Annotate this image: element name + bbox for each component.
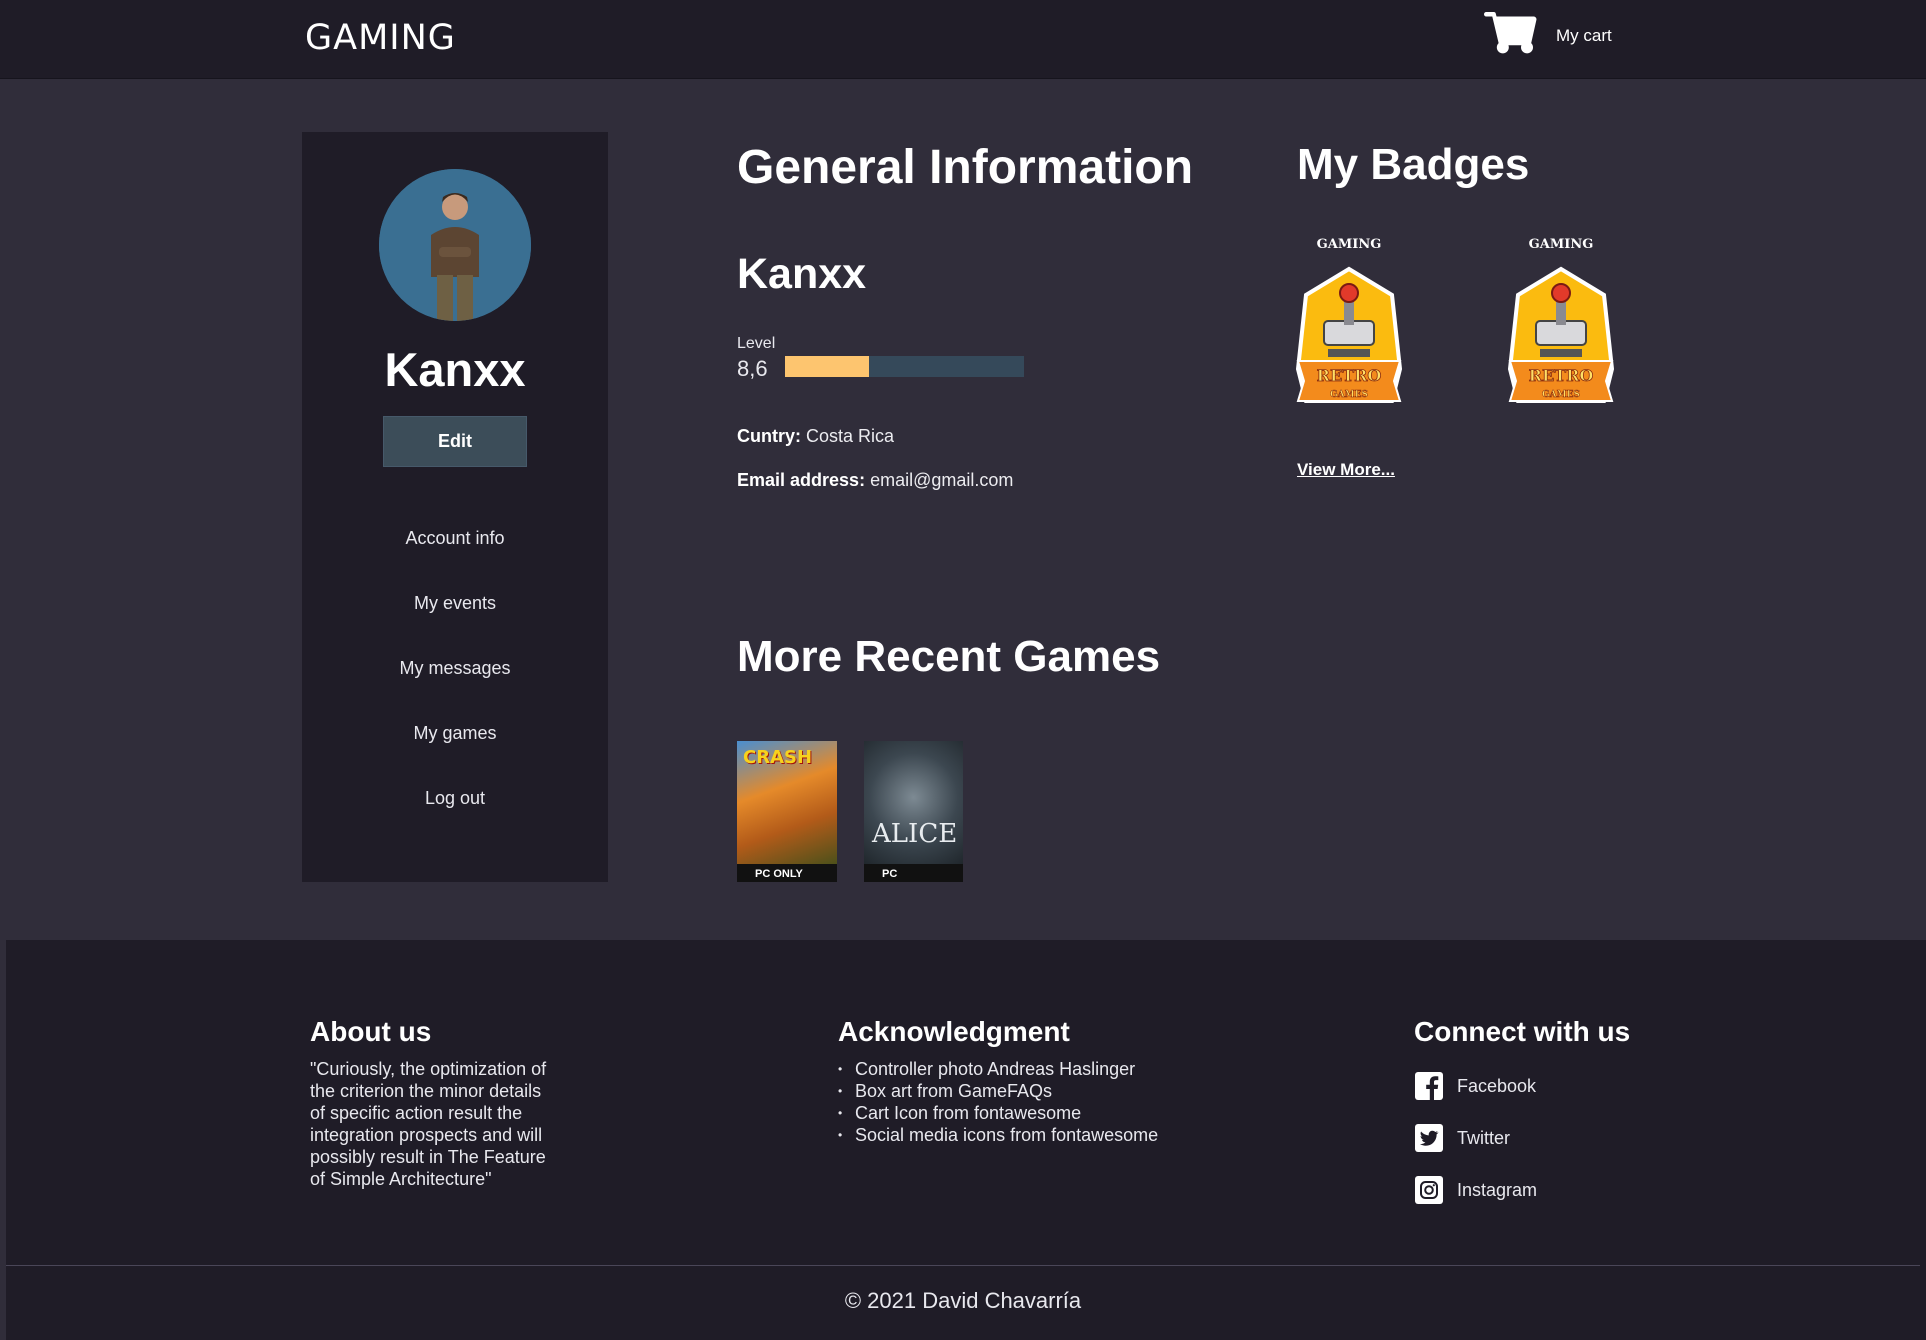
list-item: Social media icons from fontawesome	[838, 1124, 1158, 1146]
sidebar-item-my-messages[interactable]: My messages	[302, 658, 608, 723]
edit-profile-button[interactable]: Edit	[383, 416, 527, 467]
sidebar-item-my-games[interactable]: My games	[302, 723, 608, 788]
about-us-heading: About us	[310, 1016, 432, 1047]
general-information-heading: General Information	[737, 141, 1194, 194]
list-item: Controller photo Andreas Haslinger	[838, 1058, 1158, 1080]
country-value: Costa Rica	[806, 426, 895, 446]
avatar	[379, 169, 531, 321]
email-value: email@gmail.com	[870, 470, 1014, 490]
joystick-badge-icon: RETRO GAMES	[1508, 266, 1614, 403]
brand-logo[interactable]: GAMING	[305, 18, 456, 58]
game-cover-title: CRASH	[743, 747, 813, 768]
badge-ribbon-bottom: GAMES	[1330, 390, 1368, 400]
person-illustration	[379, 169, 531, 321]
facebook-link[interactable]: Facebook	[1414, 1071, 1536, 1101]
profile-sidebar: Kanxx Edit Account info My events My mes…	[302, 132, 608, 882]
acknowledgment-heading: Acknowledgment	[838, 1016, 1070, 1047]
game-cover-alice[interactable]: ALICE PC	[864, 741, 963, 882]
sidebar-nav: Account info My events My messages My ga…	[302, 528, 608, 828]
list-item: Cart Icon from fontawesome	[838, 1102, 1158, 1124]
facebook-label: Facebook	[1457, 1075, 1537, 1096]
acknowledgment-list: Controller photo Andreas Haslinger Box a…	[838, 1058, 1158, 1146]
my-badges-heading: My Badges	[1297, 140, 1530, 189]
cart-label: My cart	[1556, 26, 1612, 45]
sidebar-item-account-info[interactable]: Account info	[302, 528, 608, 593]
platform-tag: PC	[864, 864, 963, 882]
cart-button[interactable]: My cart	[1484, 12, 1612, 60]
copyright-text: © 2021 David Chavarría	[844, 1288, 1082, 1313]
instagram-label: Instagram	[1457, 1179, 1538, 1200]
facebook-icon	[1415, 1072, 1443, 1100]
level-progress-fill	[785, 356, 869, 377]
connect-with-us-heading: Connect with us	[1414, 1016, 1631, 1047]
level-label: Level	[737, 335, 776, 352]
country-label: Cuntry:	[737, 426, 801, 446]
sidebar-item-log-out[interactable]: Log out	[302, 788, 608, 828]
level-value: 8,6	[737, 356, 768, 381]
username-heading: Kanxx	[737, 250, 867, 298]
badge-title: GAMING	[1316, 237, 1382, 252]
list-item: Box art from GameFAQs	[838, 1080, 1158, 1102]
more-recent-games-heading: More Recent Games	[737, 632, 1161, 681]
badge-title: GAMING	[1528, 237, 1594, 252]
game-cover-title: ALICE	[872, 819, 958, 849]
platform-label: PC ONLY	[755, 868, 803, 880]
level-progress-bar	[785, 356, 1024, 377]
sidebar-item-my-events[interactable]: My events	[302, 593, 608, 658]
view-more-badges-link[interactable]: View More...	[1297, 460, 1395, 480]
badge-ribbon-top: RETRO	[1317, 366, 1382, 385]
joystick-badge-icon: RETRO GAMES	[1296, 266, 1402, 403]
email-line: Email address: email@gmail.com	[737, 470, 1013, 491]
badge-retro-games[interactable]: GAMING RETRO GAMES	[1508, 237, 1614, 409]
about-us-text: "Curiously, the optimization of the crit…	[310, 1059, 547, 1189]
badge-ribbon-bottom: GAMES	[1542, 390, 1580, 400]
twitter-link[interactable]: Twitter	[1414, 1123, 1510, 1153]
twitter-icon	[1415, 1124, 1443, 1152]
badge-retro-games[interactable]: GAMING RETRO GAMES	[1296, 237, 1402, 409]
email-label: Email address:	[737, 470, 866, 490]
profile-name: Kanxx	[384, 343, 526, 396]
instagram-icon	[1415, 1176, 1443, 1204]
game-cover-crash[interactable]: CRASH PC ONLY	[737, 741, 837, 882]
badge-ribbon-top: RETRO	[1529, 366, 1594, 385]
platform-label: PC	[882, 868, 898, 880]
country-line: Cuntry: Costa Rica	[737, 426, 894, 447]
cart-icon	[1484, 12, 1537, 54]
platform-tag: PC ONLY	[737, 864, 837, 882]
top-navbar: GAMING My cart	[0, 0, 1926, 79]
instagram-link[interactable]: Instagram	[1414, 1175, 1537, 1205]
twitter-label: Twitter	[1457, 1127, 1511, 1148]
footer-divider	[6, 1265, 1920, 1266]
